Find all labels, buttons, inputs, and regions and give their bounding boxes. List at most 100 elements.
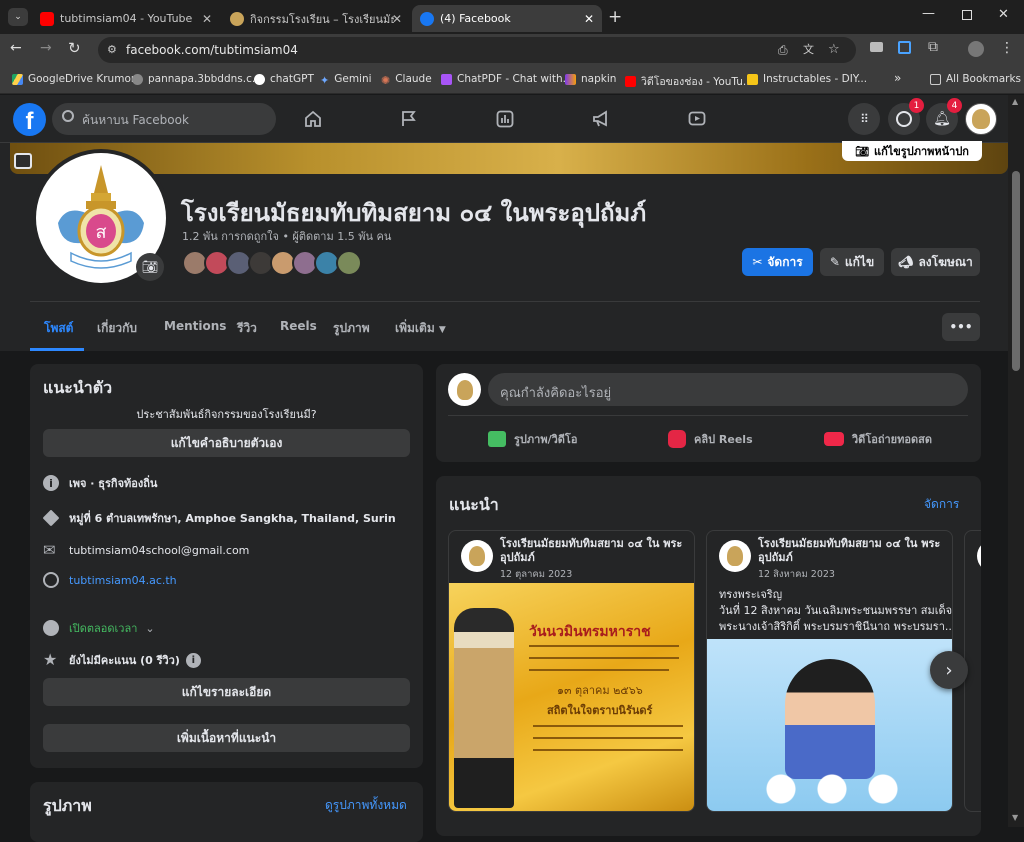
portrait-figure bbox=[785, 659, 875, 779]
post-date[interactable]: 12 สิงหาคม 2023 bbox=[758, 567, 835, 582]
featured-post-1[interactable]: โรงเรียนมัธยมทับทิมสยาม ๐๔ ใน พระอุปถัมภ… bbox=[448, 530, 695, 812]
account-avatar[interactable] bbox=[965, 103, 997, 135]
screenshot-extension-icon[interactable] bbox=[898, 41, 911, 54]
intro-hours[interactable]: เปิดตลอดเวลา ⌄ bbox=[43, 619, 155, 637]
tab-about[interactable]: เกี่ยวกับ bbox=[97, 319, 137, 338]
tab-photos[interactable]: รูปภาพ bbox=[333, 319, 370, 338]
address-bar[interactable]: ⚙ facebook.com/tubtimsiam04 ⎙ 文 ☆ bbox=[98, 37, 856, 63]
forward-button[interactable]: → bbox=[40, 40, 52, 56]
intro-email: ✉ tubtimsiam04school@gmail.com bbox=[43, 542, 249, 558]
post-date[interactable]: 12 ตุลาคม 2023 bbox=[500, 567, 572, 582]
facebook-search[interactable]: ค้นหาบน Facebook bbox=[52, 103, 276, 135]
bookmark-label: Gemini bbox=[334, 73, 372, 85]
nav-ads-button[interactable] bbox=[585, 105, 617, 133]
profile-avatar[interactable] bbox=[968, 41, 984, 57]
browser-tab-youtube[interactable]: tubtimsiam04 - YouTube ✕ bbox=[32, 5, 220, 32]
tab-mentions[interactable]: Mentions bbox=[164, 319, 226, 333]
all-bookmarks[interactable]: All Bookmarks bbox=[930, 73, 1021, 85]
bookmark-chatpdf[interactable]: ChatPDF - Chat with... bbox=[441, 73, 573, 85]
profile-picture[interactable]: ส 📷︎ bbox=[32, 149, 170, 287]
close-icon[interactable]: ✕ bbox=[392, 12, 402, 26]
edit-cover-button[interactable]: 📷︎ แก้ไขรูปภาพหน้าปก bbox=[842, 141, 982, 161]
reels-button[interactable]: คลิป Reels bbox=[668, 430, 753, 448]
more-options-button[interactable]: ••• bbox=[942, 313, 980, 341]
install-icon[interactable]: ⎙ bbox=[778, 37, 788, 63]
back-button[interactable]: ← bbox=[10, 40, 22, 56]
page-scrollbar[interactable]: ▲ ▼ bbox=[1008, 95, 1024, 827]
translate-icon[interactable]: 文 bbox=[803, 37, 814, 63]
info-icon[interactable]: i bbox=[185, 652, 201, 668]
nav-home-button[interactable] bbox=[297, 105, 329, 133]
edit-bio-button[interactable]: แก้ไขคำอธิบายตัวเอง bbox=[43, 429, 410, 457]
scrollbar-down-arrow[interactable]: ▼ bbox=[1012, 813, 1018, 822]
update-profile-photo-button[interactable]: 📷︎ bbox=[136, 253, 164, 281]
manage-button[interactable]: ✂︎ จัดการ bbox=[742, 248, 813, 276]
bookmark-youtube-videos[interactable]: วิดีโอของช่อง - YouTu... bbox=[625, 73, 753, 90]
new-tab-button[interactable]: + bbox=[608, 7, 622, 27]
website-link[interactable]: tubtimsiam04.ac.th bbox=[69, 574, 177, 587]
sidebar-toggle-button[interactable] bbox=[14, 153, 32, 169]
browser-tab-school[interactable]: กิจกรรมโรงเรียน – โรงเรียนมัธยมทับทิ ✕ bbox=[222, 5, 410, 32]
tab-search-button[interactable]: ⌄ bbox=[8, 8, 28, 26]
bookmark-napkin[interactable]: napkin bbox=[565, 73, 616, 85]
extensions-icon[interactable]: ⧉ bbox=[928, 39, 938, 55]
search-input[interactable]: ค้นหาบน Facebook bbox=[82, 111, 189, 130]
site-info-icon[interactable]: ⚙ bbox=[107, 37, 117, 63]
school-logo-icon bbox=[469, 546, 485, 566]
featured-manage-link[interactable]: จัดการ bbox=[924, 495, 959, 514]
advertise-button[interactable]: 📣︎ ลงโฆษณา bbox=[891, 248, 980, 276]
page-stats[interactable]: 1.2 พัน การกดถูกใจ • ผู้ติดตาม 1.5 พัน ค… bbox=[182, 227, 391, 245]
bookmark-googledrive[interactable]: GoogleDrive Krumon bbox=[12, 73, 138, 85]
page-avatar bbox=[461, 540, 493, 572]
chatpdf-icon bbox=[441, 73, 452, 85]
reload-button[interactable]: ↻ bbox=[68, 39, 81, 57]
add-featured-button[interactable]: เพิ่มเนื้อหาที่แนะนำ bbox=[43, 724, 410, 752]
globe-icon bbox=[43, 572, 59, 588]
live-video-button[interactable]: วิดีโอถ่ายทอดสด bbox=[824, 430, 932, 448]
tab-reels[interactable]: Reels bbox=[280, 319, 317, 333]
post-author[interactable]: โรงเรียนมัธยมทับทิมสยาม ๐๔ ใน พระอุปถัมภ… bbox=[758, 537, 943, 565]
page-avatar[interactable] bbox=[448, 373, 481, 406]
close-window-button[interactable]: ✕ bbox=[998, 7, 1009, 22]
nav-video-button[interactable] bbox=[681, 105, 713, 133]
messenger-button[interactable]: 1 bbox=[888, 98, 924, 135]
tab-posts[interactable]: โพสต์ bbox=[44, 319, 73, 338]
photo-video-button[interactable]: รูปภาพ/วิดีโอ bbox=[488, 430, 577, 448]
menu-grid-button[interactable]: ⠿ bbox=[848, 103, 880, 135]
post-author[interactable]: โรงเรียนมัธยมทับทิมสยาม ๐๔ ใน พระอุปถัมภ… bbox=[500, 537, 685, 565]
tab-more[interactable]: เพิ่มเติม ▼ bbox=[395, 319, 446, 338]
bookmark-pannapa[interactable]: pannapa.3bbddns.c... bbox=[132, 73, 262, 85]
bookmark-instructables[interactable]: Instructables - DIY... bbox=[747, 73, 867, 85]
close-icon[interactable]: ✕ bbox=[202, 12, 212, 26]
nav-insights-button[interactable] bbox=[489, 105, 521, 133]
minimize-button[interactable]: — bbox=[922, 6, 935, 21]
menu-icon[interactable]: ⋮ bbox=[1000, 40, 1014, 56]
bookmark-chatgpt[interactable]: chatGPT bbox=[254, 73, 314, 85]
nav-flag-button[interactable] bbox=[393, 105, 425, 133]
see-all-photos-link[interactable]: ดูรูปภาพทั้งหมด bbox=[325, 796, 407, 815]
bookmark-gemini[interactable]: ✦ Gemini bbox=[320, 73, 372, 87]
camera-extension-icon[interactable] bbox=[870, 42, 883, 52]
scrollbar-thumb[interactable] bbox=[1012, 171, 1020, 371]
notifications-button[interactable]: 🔔︎ 4 bbox=[926, 98, 962, 135]
bookmark-star-icon[interactable]: ☆ bbox=[828, 37, 840, 63]
tab-more-label: เพิ่มเติม bbox=[395, 321, 435, 335]
scrollbar-up-arrow[interactable]: ▲ bbox=[1012, 97, 1018, 106]
tab-reviews[interactable]: รีวิว bbox=[237, 319, 257, 338]
facebook-logo[interactable]: f bbox=[13, 103, 46, 136]
close-icon[interactable]: ✕ bbox=[584, 12, 594, 26]
edit-details-button[interactable]: แก้ไขรายละเอียด bbox=[43, 678, 410, 706]
edit-page-button[interactable]: ✎ แก้ไข bbox=[820, 248, 884, 276]
browser-tab-facebook[interactable]: (4) Facebook ✕ bbox=[412, 5, 602, 32]
envelope-icon: ✉ bbox=[43, 541, 56, 559]
post-image[interactable] bbox=[707, 639, 952, 811]
bookmark-claude[interactable]: ✺ Claude bbox=[381, 73, 432, 87]
post-image[interactable]: วันนวมินทรมหาราช ๑๓ ตุลาคม ๒๕๖๖ สถิตในใจ… bbox=[449, 583, 694, 811]
bookmarks-overflow[interactable]: » bbox=[894, 71, 901, 85]
composer-input[interactable]: คุณกำลังคิดอะไรอยู่ bbox=[488, 373, 968, 406]
featured-post-2[interactable]: โรงเรียนมัธยมทับทิมสยาม ๐๔ ใน พระอุปถัมภ… bbox=[706, 530, 953, 812]
carousel-next-button[interactable]: › bbox=[930, 651, 968, 689]
reels-label: คลิป Reels bbox=[694, 433, 753, 446]
maximize-button[interactable] bbox=[962, 10, 972, 20]
banner-line bbox=[529, 657, 679, 659]
